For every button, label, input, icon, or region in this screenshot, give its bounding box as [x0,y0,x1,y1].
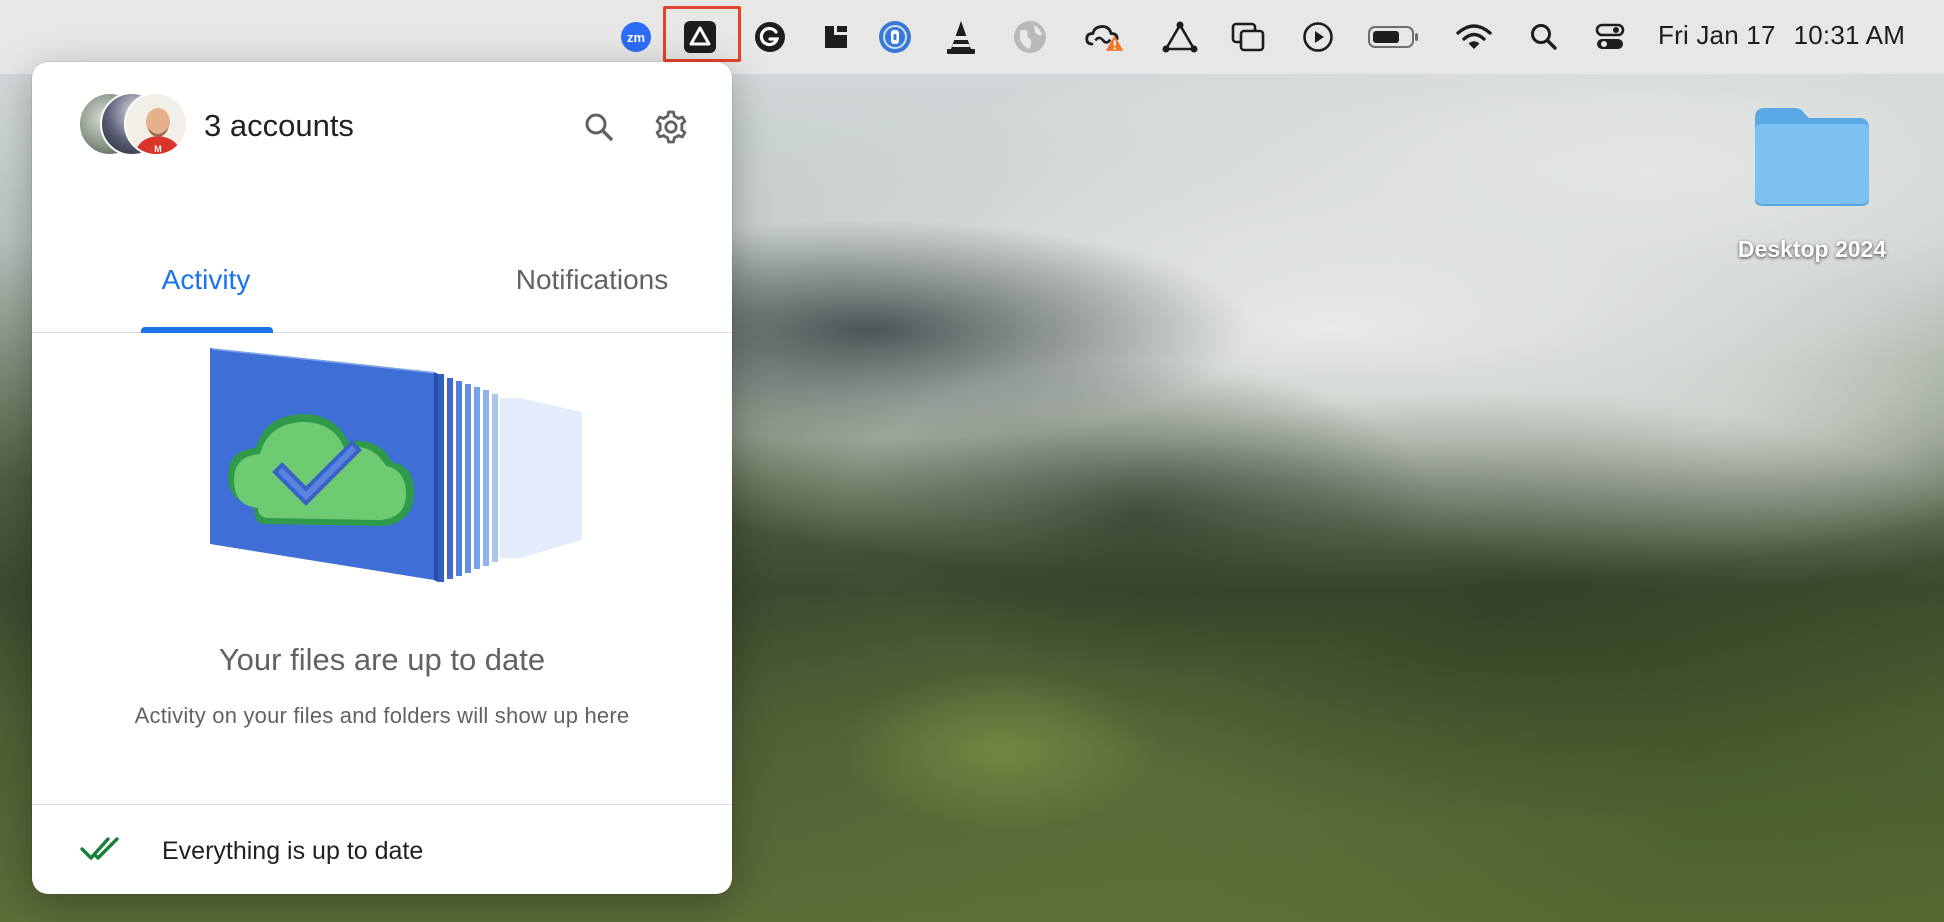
account-avatars[interactable]: M [78,92,198,158]
grammarly-icon[interactable] [750,17,790,57]
active-tab-indicator [141,327,273,333]
folder-icon [1755,108,1869,206]
window-manager-icon[interactable] [1228,17,1268,57]
accounts-label[interactable]: 3 accounts [204,108,354,144]
battery-icon[interactable] [1366,17,1422,57]
tab-activity[interactable]: Activity [140,202,272,333]
desktop-folder-label: Desktop 2024 [1737,236,1887,262]
menu-bar-clock[interactable]: Fri Jan 17 10:31 AM [1658,20,1905,51]
tab-bar: Activity Notifications [32,202,732,333]
sync-status-bar: Everything is up to date [32,804,732,894]
vlc-icon[interactable] [941,17,981,57]
empty-state-title: Your files are up to date [218,642,546,677]
svg-text:M: M [154,144,162,154]
double-check-icon [80,837,119,860]
cloud-synced-illustration [210,348,582,582]
globe-icon[interactable] [1010,17,1050,57]
clock-time: 10:31 AM [1793,20,1906,50]
avatar: M [124,92,188,156]
settings-button[interactable] [646,102,696,152]
gear-icon [655,110,687,144]
wifi-icon[interactable] [1454,17,1494,57]
desktop-folder[interactable]: Desktop 2024 [1726,100,1898,270]
empty-state-subtitle: Activity on your files and folders will … [134,703,630,728]
google-drive-icon[interactable] [680,17,720,57]
search-button[interactable] [574,102,624,152]
password-manager-icon[interactable] [875,17,915,57]
drive-popover: M 3 accounts Activity Notifications Your… [32,62,732,894]
popover-header: M 3 accounts [32,62,732,162]
play-icon[interactable] [1298,17,1338,57]
clock-date: Fri Jan 17 [1658,20,1776,50]
notch-app-icon[interactable] [816,17,856,57]
tab-notifications[interactable]: Notifications [472,202,712,333]
sync-status-text: Everything is up to date [162,837,424,865]
control-center-icon[interactable] [1590,17,1630,57]
zoom-icon[interactable]: zm [616,17,656,57]
spotlight-search-icon[interactable] [1524,17,1564,57]
triangle-app-icon[interactable] [1160,17,1200,57]
search-icon [585,113,613,141]
zoom-icon-label: zm [627,30,645,45]
creative-cloud-icon[interactable] [1085,17,1125,57]
